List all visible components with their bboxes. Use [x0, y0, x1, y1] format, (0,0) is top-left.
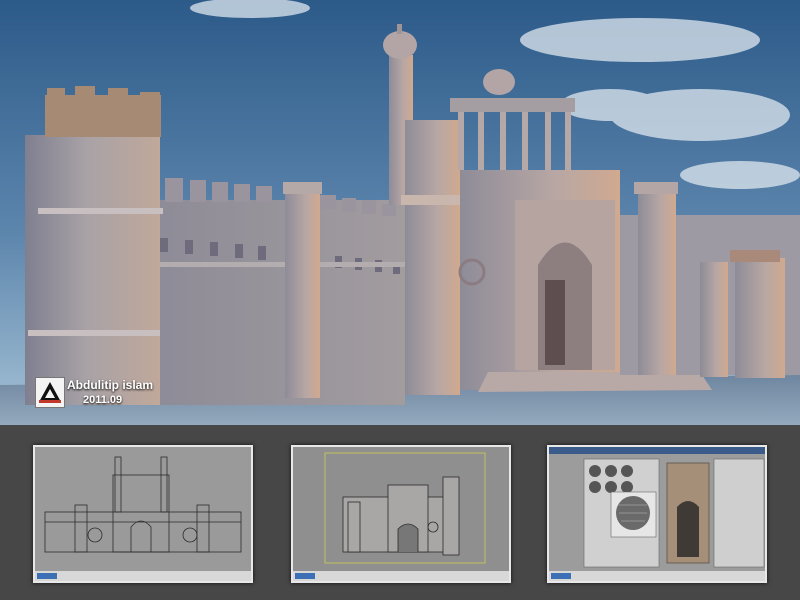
pavilion-dome — [483, 69, 515, 95]
orthographic-wireframe-icon — [35, 447, 251, 581]
right-tower-3 — [735, 258, 785, 378]
minaret-dome — [383, 31, 417, 59]
front-wireframe-viewport[interactable] — [33, 445, 253, 583]
material-editor-viewport[interactable] — [547, 445, 767, 583]
material-editor-icon — [549, 447, 765, 581]
left-great-tower — [25, 135, 160, 405]
gate-door — [545, 280, 565, 365]
gate-left-tower — [405, 120, 460, 395]
right-tower-2 — [700, 262, 728, 377]
render-preview: Abdulitip islam 2011.09 — [0, 0, 800, 425]
castle-render-image — [0, 0, 800, 425]
middle-tower — [285, 190, 320, 398]
right-tower-1 — [638, 190, 676, 375]
perspective-viewport[interactable] — [291, 445, 511, 583]
thumbnail-strip — [0, 425, 800, 600]
pavilion-roof — [450, 98, 575, 112]
triangle-a-logo-icon — [35, 377, 65, 408]
perspective-wireframe-icon — [293, 447, 509, 581]
left-wall — [150, 200, 405, 405]
render-date: 2011.09 — [83, 394, 123, 406]
author-name: Abdulitip islam — [67, 378, 154, 392]
